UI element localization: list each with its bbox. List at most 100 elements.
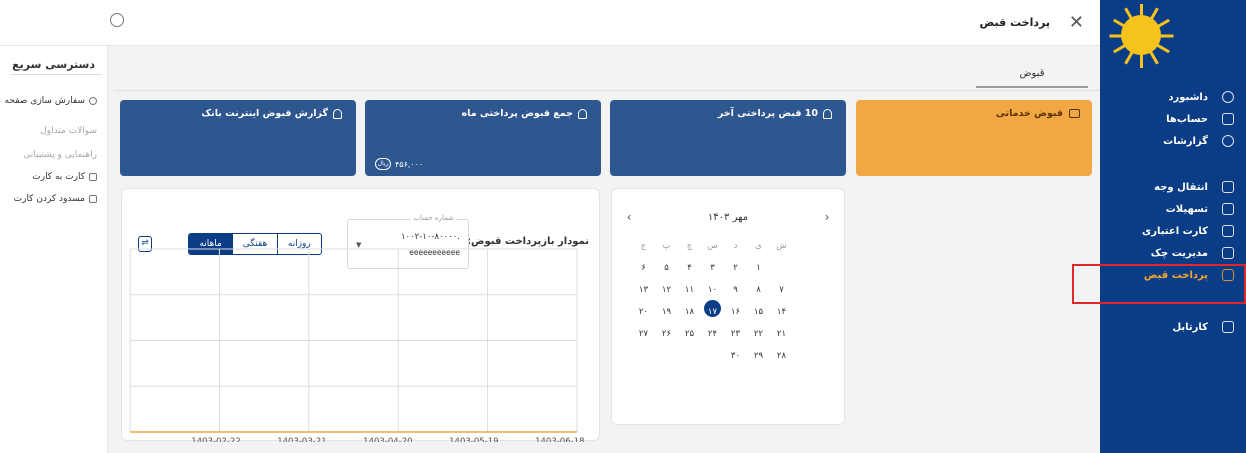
x-tick-label: 1403-04-20	[363, 437, 412, 442]
x-tick-label: 1403-02-22	[191, 437, 240, 442]
nav-credit-card[interactable]: کارت اعتباری	[1100, 220, 1246, 242]
card-icon	[89, 173, 97, 181]
briefcase-icon	[1222, 321, 1234, 333]
calendar-widget: ‹ مهر ۱۴۰۳ › ج پ چ س د ی ش ۶ ۵ ۴ ۳ ۲ ۱ ۱۳ ۱۲ ۱۱ ۱۰ ۹ ۸ ۷ ۲۰ ۱…	[611, 188, 845, 425]
calendar-day[interactable]: ۲۴	[701, 329, 724, 339]
calendar-day[interactable]: ۳۰	[724, 351, 747, 361]
internet-report-text: گزارش قبوض اینترنت بانک	[201, 108, 328, 119]
bank-logo	[1109, 4, 1174, 68]
calendar-day[interactable]: ۱۸	[678, 307, 701, 317]
calendar-day[interactable]: ۱۳	[632, 285, 655, 295]
bell-icon	[823, 108, 832, 119]
calendar-day[interactable]: ۴	[678, 263, 701, 273]
credit-card-icon	[1222, 225, 1234, 237]
guide-link[interactable]: راهنمایی و پشتیبانی	[23, 150, 97, 160]
week-row: ۲۷ ۲۶ ۲۵ ۲۴ ۲۳ ۲۲ ۲۱	[632, 323, 822, 345]
utility-bills-text: قبوض خدماتی	[995, 108, 1063, 119]
last-bills-text: 10 قبض پرداختی آخر	[717, 108, 818, 119]
calendar-day[interactable]: ۲۳	[724, 329, 747, 339]
tab-divider	[114, 90, 1100, 91]
guide-label: راهنمایی و پشتیبانی	[23, 150, 97, 160]
calendar-day[interactable]: ۵	[655, 263, 678, 273]
calendar-day[interactable]: ۱۵	[747, 307, 770, 317]
customize-page-link[interactable]: سفارش سازی صفحه	[5, 96, 97, 106]
nav-group-cartable: کارتابل	[1100, 316, 1246, 338]
nav-accounts[interactable]: حساب‌ها	[1100, 108, 1246, 130]
monthly-amount: ریال ۴۵۶,۰۰۰	[375, 158, 423, 170]
faq-link[interactable]: سوالات متداول	[40, 126, 97, 136]
calendar-day[interactable]: ۱۴	[770, 307, 793, 317]
cheque-icon	[1222, 247, 1234, 259]
close-icon[interactable]: ✕	[1069, 12, 1084, 33]
block-card-link[interactable]: مسدود کردن کارت	[14, 194, 97, 204]
calendar-day[interactable]: ۷	[770, 285, 793, 295]
x-tick-label: 1403-06-18	[535, 437, 584, 442]
calendar-day[interactable]: ۲	[724, 263, 747, 273]
customize-page-label: سفارش سازی صفحه	[4, 96, 85, 106]
weekday-label: ش	[776, 241, 787, 251]
nav-cartable-label: کارتابل	[1172, 321, 1208, 333]
calendar-day[interactable]: ۱	[747, 263, 770, 273]
monthly-sum-title: جمع قبوض پرداختی ماه	[462, 108, 587, 119]
calendar-day[interactable]: ۱۱	[678, 285, 701, 295]
weekday-label: ج	[640, 241, 647, 251]
page-title: پرداخت قبض	[979, 16, 1051, 29]
calendar-day[interactable]: ۱۹	[655, 307, 678, 317]
user-icon[interactable]	[110, 13, 124, 27]
loan-icon	[1222, 203, 1234, 215]
nav-cheque[interactable]: مدیریت چک	[1100, 242, 1246, 264]
calendar-day-today[interactable]: ۱۷	[701, 300, 724, 317]
quick-access-title: دسترسی سریع	[12, 58, 95, 71]
calendar-day[interactable]: ۲۰	[632, 307, 655, 317]
nav-reports[interactable]: گزارشات	[1100, 130, 1246, 152]
faq-label: سوالات متداول	[40, 126, 97, 136]
last-bills-card[interactable]: 10 قبض پرداختی آخر	[610, 100, 846, 176]
nav-loans[interactable]: تسهیلات	[1100, 198, 1246, 220]
calendar-day[interactable]: ۲۱	[770, 329, 793, 339]
tab-bills[interactable]: قبوض	[976, 64, 1088, 88]
monthly-amount-value: ۴۵۶,۰۰۰	[395, 159, 424, 169]
monthly-sum-card[interactable]: جمع قبوض پرداختی ماه ریال ۴۵۶,۰۰۰	[365, 100, 601, 176]
weekday-row: جپچسدیش	[632, 235, 822, 257]
week-row: ۱۳ ۱۲ ۱۱ ۱۰ ۹ ۸ ۷	[632, 279, 822, 301]
calendar-day[interactable]: ۱۶	[724, 307, 747, 317]
calendar-day[interactable]: ۱۲	[655, 285, 678, 295]
rial-badge: ریال	[375, 158, 391, 170]
calendar-day[interactable]: ۸	[747, 285, 770, 295]
chart-panel: نمودار بازپرداخت قبوض: شماره حساب ۱۰۰۲-۱…	[121, 188, 600, 442]
week-row: ۳۰ ۲۹ ۲۸	[632, 345, 822, 367]
nav-transfer[interactable]: انتقال وجه	[1100, 176, 1246, 198]
calendar-day[interactable]: ۶	[632, 263, 655, 273]
utility-bills-label: قبوض خدماتی	[996, 108, 1080, 119]
calendar-day[interactable]: ۲۷	[632, 329, 655, 339]
calendar-day[interactable]: ۲۵	[678, 329, 701, 339]
calendar-day[interactable]: ۲۶	[655, 329, 678, 339]
calendar-day[interactable]: ۳	[701, 263, 724, 273]
utility-bills-card[interactable]: قبوض خدماتی	[856, 100, 1092, 176]
nav-dashboard[interactable]: داشبورد	[1100, 86, 1246, 108]
last-bills-title: 10 قبض پرداختی آخر	[718, 108, 832, 119]
gear-icon	[89, 97, 97, 105]
next-month-button[interactable]: ›	[820, 210, 834, 224]
main-content: قبوض قبوض خدماتی 10 قبض پرداختی آخر جمع …	[108, 46, 1100, 453]
week-row: ۶۵۴۳۲۱	[632, 257, 822, 279]
monthly-sum-text: جمع قبوض پرداختی ماه	[461, 108, 573, 119]
week-row: ۲۰ ۱۹ ۱۸ ۱۷ ۱۶ ۱۵ ۱۴	[632, 300, 822, 323]
x-tick-label: 1403-03-21	[277, 437, 326, 442]
calendar-day[interactable]: ۱۰	[701, 285, 724, 295]
calendar-day[interactable]: ۹	[724, 285, 747, 295]
nav-loans-label: تسهیلات	[1165, 203, 1208, 215]
calendar-day[interactable]: ۲۸	[770, 351, 793, 361]
card-to-card-link[interactable]: کارت به کارت	[32, 172, 97, 182]
calendar-day[interactable]: ۲۹	[747, 351, 770, 361]
line-chart: 1403-02-22 1403-03-21 1403-04-20 1403-05-19…	[129, 248, 585, 442]
prev-month-button[interactable]: ‹	[622, 210, 636, 224]
internet-report-card[interactable]: گزارش قبوض اینترنت بانک	[120, 100, 356, 176]
calendar-day[interactable]: ۲۲	[747, 329, 770, 339]
weekday-label: ی	[755, 241, 762, 251]
divider	[10, 74, 102, 75]
nav-group-main: داشبورد حساب‌ها گزارشات	[1100, 86, 1246, 152]
nav-reports-label: گزارشات	[1163, 135, 1208, 147]
nav-cartable[interactable]: کارتابل	[1100, 316, 1246, 338]
sidebar: داشبورد حساب‌ها گزارشات انتقال وجه تسهیل…	[1100, 0, 1246, 453]
